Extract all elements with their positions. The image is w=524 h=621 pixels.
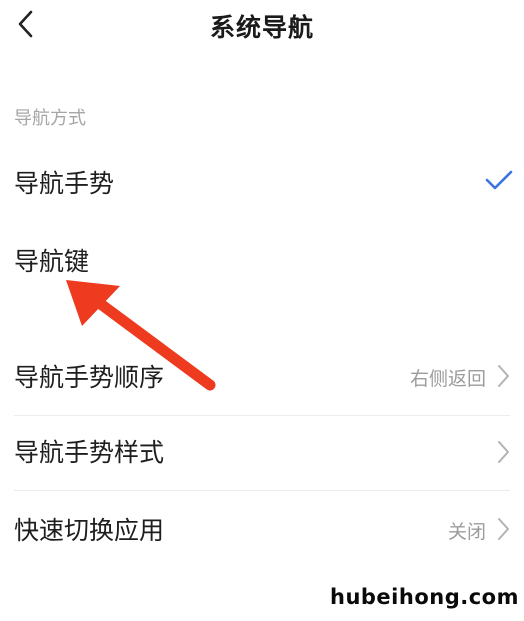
setting-gesture-style[interactable]: 导航手势样式 bbox=[0, 427, 524, 477]
annotation-arrow-icon bbox=[66, 280, 216, 391]
setting-value: 关闭 bbox=[447, 521, 486, 543]
watermark: hubeihong.com bbox=[330, 585, 519, 609]
setting-label: 导航手势样式 bbox=[14, 438, 165, 467]
page-title: 系统导航 bbox=[209, 13, 314, 42]
chevron-right-icon bbox=[498, 518, 509, 540]
chevron-right-icon bbox=[498, 365, 509, 387]
setting-quick-switch-apps[interactable]: 快速切换应用 关闭 bbox=[0, 505, 524, 555]
divider bbox=[14, 415, 510, 416]
divider bbox=[14, 490, 510, 491]
option-gesture-navigation[interactable]: 导航手势 bbox=[0, 160, 524, 210]
setting-label: 快速切换应用 bbox=[14, 516, 165, 545]
header: 系统导航 bbox=[0, 0, 524, 50]
setting-value: 右侧返回 bbox=[409, 368, 486, 390]
section-label: 导航方式 bbox=[14, 108, 86, 129]
option-label: 导航手势 bbox=[14, 169, 115, 198]
chevron-right-icon bbox=[498, 441, 509, 463]
checkmark-icon bbox=[485, 170, 513, 190]
